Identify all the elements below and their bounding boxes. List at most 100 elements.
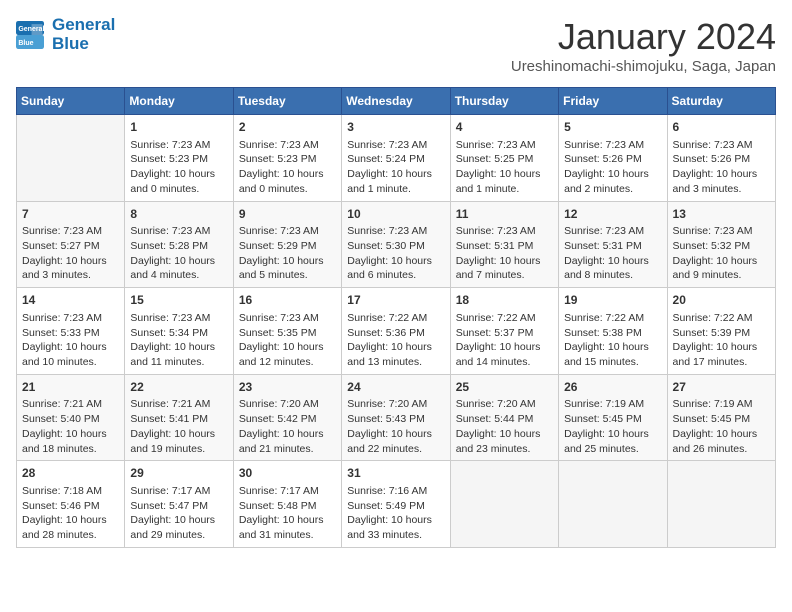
calendar-cell: 6Sunrise: 7:23 AMSunset: 5:26 PMDaylight… bbox=[667, 115, 775, 202]
day-info-line: Sunset: 5:36 PM bbox=[347, 326, 444, 341]
day-info-line: Sunset: 5:44 PM bbox=[456, 412, 553, 427]
page-header: General Blue General Blue January 2024 U… bbox=[16, 16, 776, 75]
day-info-line: and 0 minutes. bbox=[130, 182, 227, 197]
header-monday: Monday bbox=[125, 88, 233, 115]
day-info-line: Daylight: 10 hours bbox=[239, 427, 336, 442]
day-info-line: Daylight: 10 hours bbox=[673, 427, 770, 442]
day-info-line: Daylight: 10 hours bbox=[456, 427, 553, 442]
calendar-cell: 23Sunrise: 7:20 AMSunset: 5:42 PMDayligh… bbox=[233, 374, 341, 461]
calendar-week-row: 14Sunrise: 7:23 AMSunset: 5:33 PMDayligh… bbox=[17, 288, 776, 375]
calendar-cell: 12Sunrise: 7:23 AMSunset: 5:31 PMDayligh… bbox=[559, 201, 667, 288]
calendar-cell bbox=[17, 115, 125, 202]
day-info-line: Sunset: 5:23 PM bbox=[130, 152, 227, 167]
day-info-line: Sunset: 5:25 PM bbox=[456, 152, 553, 167]
calendar-week-row: 21Sunrise: 7:21 AMSunset: 5:40 PMDayligh… bbox=[17, 374, 776, 461]
calendar-cell: 28Sunrise: 7:18 AMSunset: 5:46 PMDayligh… bbox=[17, 461, 125, 548]
day-info-line: and 8 minutes. bbox=[564, 268, 661, 283]
day-info-line: Sunset: 5:26 PM bbox=[673, 152, 770, 167]
day-number: 27 bbox=[673, 379, 770, 396]
day-info-line: Daylight: 10 hours bbox=[456, 340, 553, 355]
calendar-cell: 5Sunrise: 7:23 AMSunset: 5:26 PMDaylight… bbox=[559, 115, 667, 202]
calendar-cell: 1Sunrise: 7:23 AMSunset: 5:23 PMDaylight… bbox=[125, 115, 233, 202]
day-info-line: and 21 minutes. bbox=[239, 442, 336, 457]
day-number: 24 bbox=[347, 379, 444, 396]
calendar-cell: 31Sunrise: 7:16 AMSunset: 5:49 PMDayligh… bbox=[342, 461, 450, 548]
calendar-cell: 25Sunrise: 7:20 AMSunset: 5:44 PMDayligh… bbox=[450, 374, 558, 461]
calendar-cell: 19Sunrise: 7:22 AMSunset: 5:38 PMDayligh… bbox=[559, 288, 667, 375]
calendar-cell bbox=[450, 461, 558, 548]
day-info-line: Sunset: 5:42 PM bbox=[239, 412, 336, 427]
day-info-line: Daylight: 10 hours bbox=[239, 167, 336, 182]
day-info-line: Sunset: 5:31 PM bbox=[456, 239, 553, 254]
day-info-line: Sunrise: 7:17 AM bbox=[130, 484, 227, 499]
day-info-line: Sunrise: 7:23 AM bbox=[564, 224, 661, 239]
day-number: 21 bbox=[22, 379, 119, 396]
day-info-line: Daylight: 10 hours bbox=[347, 254, 444, 269]
day-info-line: Sunset: 5:37 PM bbox=[456, 326, 553, 341]
day-info-line: Daylight: 10 hours bbox=[22, 340, 119, 355]
day-info-line: Daylight: 10 hours bbox=[347, 513, 444, 528]
day-info-line: Sunset: 5:32 PM bbox=[673, 239, 770, 254]
day-info-line: Sunrise: 7:23 AM bbox=[22, 224, 119, 239]
day-info-line: Sunrise: 7:18 AM bbox=[22, 484, 119, 499]
day-info-line: Sunrise: 7:22 AM bbox=[347, 311, 444, 326]
day-info-line: Sunset: 5:23 PM bbox=[239, 152, 336, 167]
calendar-week-row: 28Sunrise: 7:18 AMSunset: 5:46 PMDayligh… bbox=[17, 461, 776, 548]
day-info-line: and 18 minutes. bbox=[22, 442, 119, 457]
day-info-line: and 26 minutes. bbox=[673, 442, 770, 457]
day-info-line: Sunrise: 7:19 AM bbox=[564, 397, 661, 412]
day-info-line: Daylight: 10 hours bbox=[564, 254, 661, 269]
day-info-line: Sunset: 5:40 PM bbox=[22, 412, 119, 427]
day-info-line: Sunset: 5:45 PM bbox=[673, 412, 770, 427]
svg-text:General: General bbox=[18, 26, 44, 33]
calendar-title: January 2024 bbox=[511, 16, 776, 58]
day-number: 14 bbox=[22, 292, 119, 309]
day-info-line: Daylight: 10 hours bbox=[22, 427, 119, 442]
calendar-cell bbox=[559, 461, 667, 548]
day-info-line: Sunset: 5:27 PM bbox=[22, 239, 119, 254]
day-info-line: Daylight: 10 hours bbox=[239, 254, 336, 269]
day-info-line: Sunrise: 7:21 AM bbox=[130, 397, 227, 412]
day-number: 25 bbox=[456, 379, 553, 396]
day-number: 3 bbox=[347, 119, 444, 136]
day-info-line: and 10 minutes. bbox=[22, 355, 119, 370]
day-info-line: Sunset: 5:39 PM bbox=[673, 326, 770, 341]
day-info-line: Daylight: 10 hours bbox=[347, 427, 444, 442]
day-info-line: Daylight: 10 hours bbox=[564, 427, 661, 442]
title-block: January 2024 Ureshinomachi-shimojuku, Sa… bbox=[511, 16, 776, 75]
day-number: 29 bbox=[130, 465, 227, 482]
day-number: 2 bbox=[239, 119, 336, 136]
calendar-cell: 15Sunrise: 7:23 AMSunset: 5:34 PMDayligh… bbox=[125, 288, 233, 375]
day-info-line: and 6 minutes. bbox=[347, 268, 444, 283]
calendar-subtitle: Ureshinomachi-shimojuku, Saga, Japan bbox=[511, 58, 776, 75]
day-info-line: Sunrise: 7:23 AM bbox=[673, 224, 770, 239]
day-info-line: Sunrise: 7:20 AM bbox=[347, 397, 444, 412]
day-info-line: Daylight: 10 hours bbox=[673, 340, 770, 355]
calendar-cell: 26Sunrise: 7:19 AMSunset: 5:45 PMDayligh… bbox=[559, 374, 667, 461]
header-sunday: Sunday bbox=[17, 88, 125, 115]
day-info-line: Sunrise: 7:17 AM bbox=[239, 484, 336, 499]
day-info-line: Sunset: 5:33 PM bbox=[22, 326, 119, 341]
day-number: 16 bbox=[239, 292, 336, 309]
day-number: 20 bbox=[673, 292, 770, 309]
day-number: 5 bbox=[564, 119, 661, 136]
day-info-line: Sunrise: 7:23 AM bbox=[564, 138, 661, 153]
day-number: 28 bbox=[22, 465, 119, 482]
day-info-line: and 3 minutes. bbox=[22, 268, 119, 283]
logo: General Blue General Blue bbox=[16, 16, 115, 53]
day-info-line: and 22 minutes. bbox=[347, 442, 444, 457]
header-tuesday: Tuesday bbox=[233, 88, 341, 115]
day-info-line: Daylight: 10 hours bbox=[456, 167, 553, 182]
svg-text:Blue: Blue bbox=[18, 40, 33, 47]
day-number: 10 bbox=[347, 206, 444, 223]
day-info-line: Sunset: 5:28 PM bbox=[130, 239, 227, 254]
day-info-line: Sunrise: 7:22 AM bbox=[673, 311, 770, 326]
calendar-cell: 11Sunrise: 7:23 AMSunset: 5:31 PMDayligh… bbox=[450, 201, 558, 288]
day-info-line: Sunset: 5:43 PM bbox=[347, 412, 444, 427]
header-thursday: Thursday bbox=[450, 88, 558, 115]
calendar-cell: 24Sunrise: 7:20 AMSunset: 5:43 PMDayligh… bbox=[342, 374, 450, 461]
day-info-line: Daylight: 10 hours bbox=[239, 340, 336, 355]
calendar-cell: 2Sunrise: 7:23 AMSunset: 5:23 PMDaylight… bbox=[233, 115, 341, 202]
day-info-line: Sunset: 5:34 PM bbox=[130, 326, 227, 341]
day-info-line: Daylight: 10 hours bbox=[130, 340, 227, 355]
